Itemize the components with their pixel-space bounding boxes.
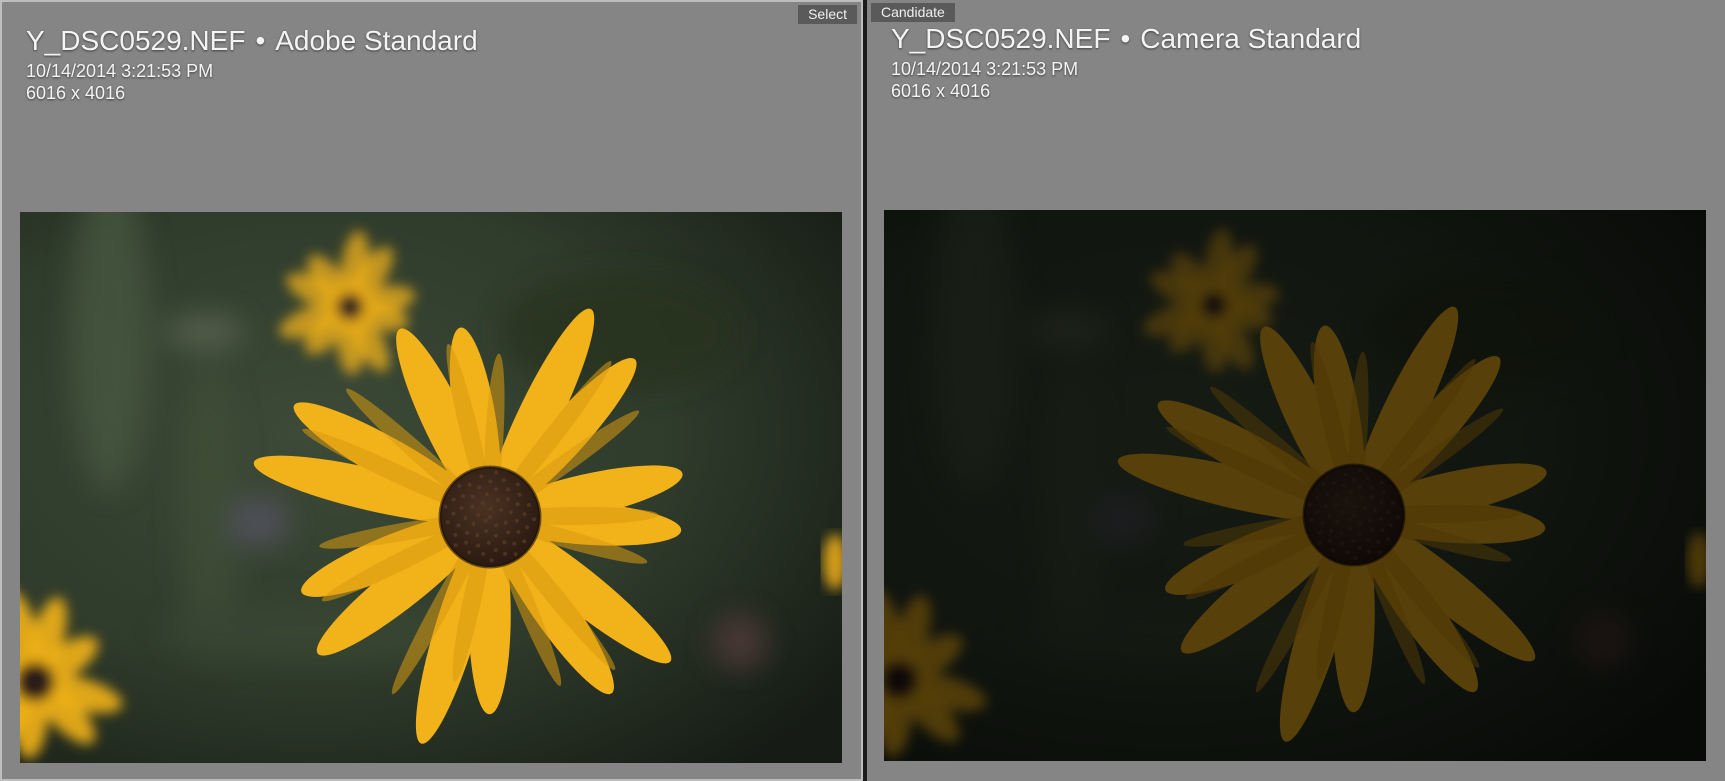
select-profile: Adobe Standard xyxy=(275,25,478,56)
select-title: Y_DSC0529.NEF • Adobe Standard xyxy=(26,22,478,60)
select-info-overlay: Y_DSC0529.NEF • Adobe Standard 10/14/2014 … xyxy=(26,22,478,104)
select-pane[interactable]: Select Y_DSC0529.NEF • Adobe Standard 10/1… xyxy=(0,0,863,781)
flower-image xyxy=(884,210,1706,761)
candidate-profile: Camera Standard xyxy=(1140,23,1362,54)
select-separator: • xyxy=(255,25,266,56)
select-dimensions: 6016 x 4016 xyxy=(26,83,126,103)
select-filename: Y_DSC0529.NEF xyxy=(26,25,246,56)
candidate-datetime: 10/14/2014 3:21:53 PM xyxy=(891,59,1079,79)
candidate-pane[interactable]: Candidate Y_DSC0529.NEF • Camera Standard … xyxy=(867,0,1725,781)
candidate-title: Y_DSC0529.NEF • Camera Standard xyxy=(891,20,1361,58)
candidate-photo[interactable] xyxy=(884,210,1706,761)
select-datetime: 10/14/2014 3:21:53 PM xyxy=(26,61,214,81)
compare-view: Select Y_DSC0529.NEF • Adobe Standard 10/1… xyxy=(0,0,1725,781)
candidate-separator: • xyxy=(1120,23,1131,54)
candidate-filename: Y_DSC0529.NEF xyxy=(891,23,1111,54)
candidate-info-overlay: Y_DSC0529.NEF • Camera Standard 10/14/2014… xyxy=(891,20,1361,102)
select-tag: Select xyxy=(798,5,857,24)
candidate-dimensions: 6016 x 4016 xyxy=(891,81,991,101)
flower-image xyxy=(20,212,842,763)
select-photo[interactable] xyxy=(20,212,842,763)
